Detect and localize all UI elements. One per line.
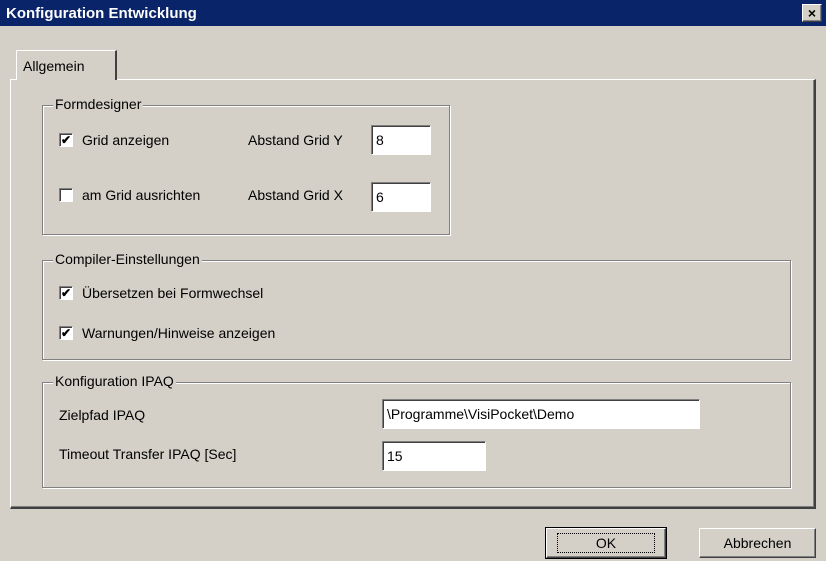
group-formdesigner: Formdesigner ✔ Grid anzeigen am Grid aus… bbox=[42, 96, 450, 235]
window-title: Konfiguration Entwicklung bbox=[6, 4, 197, 22]
check-icon: ✔ bbox=[60, 286, 72, 300]
tab-label: Allgemein bbox=[23, 57, 85, 74]
uebersetzen-checkbox-row[interactable]: ✔ Übersetzen bei Formwechsel bbox=[59, 285, 263, 301]
grid-anzeigen-label: Grid anzeigen bbox=[82, 132, 170, 148]
group-ipaq: Konfiguration IPAQ Zielpfad IPAQ Timeout… bbox=[42, 373, 791, 488]
title-bar: Konfiguration Entwicklung × bbox=[0, 0, 826, 26]
close-icon: × bbox=[807, 5, 817, 21]
abstand-grid-x-input[interactable] bbox=[371, 182, 431, 212]
grid-anzeigen-checkbox-row[interactable]: ✔ Grid anzeigen bbox=[59, 132, 169, 148]
warnungen-checkbox[interactable]: ✔ bbox=[59, 326, 73, 340]
grid-anzeigen-checkbox[interactable]: ✔ bbox=[59, 133, 73, 147]
group-compiler: Compiler-Einstellungen ✔ Übersetzen bei … bbox=[42, 251, 791, 360]
abstand-grid-y-label: Abstand Grid Y bbox=[248, 132, 343, 148]
timeout-label: Timeout Transfer IPAQ [Sec] bbox=[59, 446, 237, 462]
am-grid-ausrichten-checkbox[interactable] bbox=[59, 188, 73, 202]
abstand-grid-y-input[interactable] bbox=[371, 125, 431, 155]
group-title-formdesigner: Formdesigner bbox=[53, 96, 144, 112]
timeout-input[interactable] bbox=[382, 441, 486, 471]
check-icon: ✔ bbox=[60, 133, 72, 147]
zielpfad-input[interactable] bbox=[382, 399, 700, 429]
uebersetzen-label: Übersetzen bei Formwechsel bbox=[82, 285, 264, 301]
tab-allgemein[interactable]: Allgemein bbox=[16, 50, 117, 80]
abstand-grid-x-label: Abstand Grid X bbox=[248, 187, 343, 203]
warnungen-checkbox-row[interactable]: ✔ Warnungen/Hinweise anzeigen bbox=[59, 325, 275, 341]
check-icon: ✔ bbox=[60, 326, 72, 340]
close-button[interactable]: × bbox=[802, 4, 822, 22]
ok-button[interactable]: OK bbox=[545, 527, 667, 559]
group-title-compiler: Compiler-Einstellungen bbox=[53, 251, 202, 267]
cancel-button[interactable]: Abbrechen bbox=[699, 528, 816, 558]
zielpfad-label: Zielpfad IPAQ bbox=[59, 407, 146, 423]
cancel-label: Abbrechen bbox=[723, 535, 792, 551]
am-grid-ausrichten-checkbox-row[interactable]: am Grid ausrichten bbox=[59, 187, 200, 203]
tab-panel: Formdesigner ✔ Grid anzeigen am Grid aus… bbox=[10, 79, 816, 509]
uebersetzen-checkbox[interactable]: ✔ bbox=[59, 286, 73, 300]
group-title-ipaq: Konfiguration IPAQ bbox=[53, 373, 176, 389]
ok-label: OK bbox=[556, 533, 656, 553]
am-grid-ausrichten-label: am Grid ausrichten bbox=[82, 187, 201, 203]
warnungen-label: Warnungen/Hinweise anzeigen bbox=[82, 325, 276, 341]
